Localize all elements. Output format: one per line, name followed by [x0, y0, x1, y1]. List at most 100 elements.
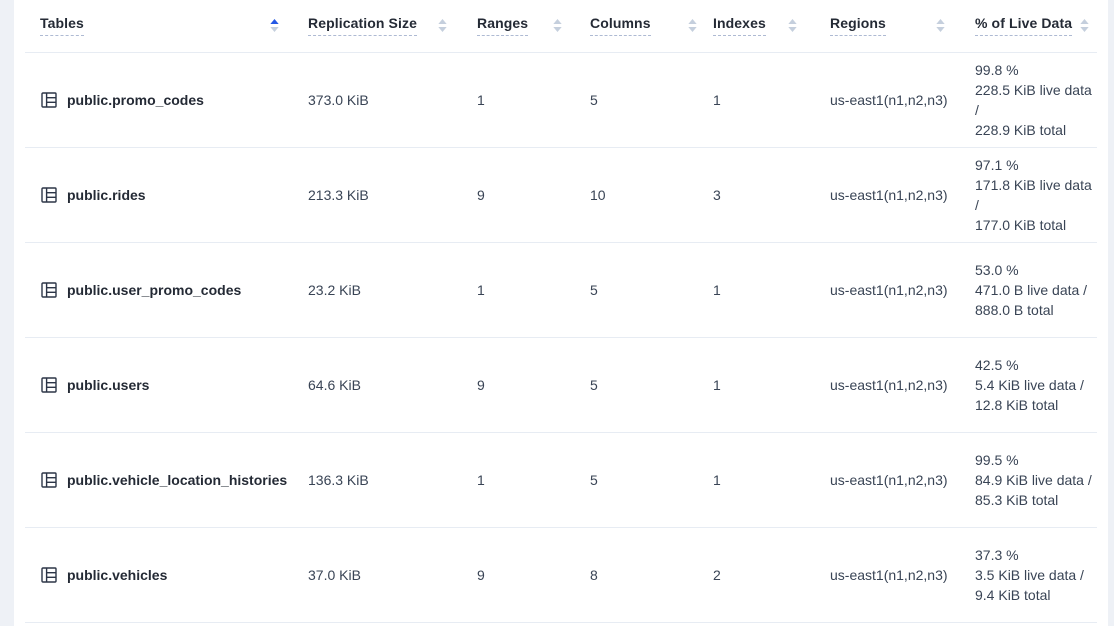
column-header-label[interactable]: Ranges: [477, 15, 528, 36]
table-row[interactable]: public.vehicle_location_histories 136.3 …: [25, 432, 1097, 527]
column-header-indexes[interactable]: Indexes: [705, 0, 805, 52]
table-row[interactable]: public.promo_codes 373.0 KiB 1 5 1 us-ea…: [25, 52, 1097, 147]
column-header-regions[interactable]: Regions: [805, 0, 953, 52]
caret-down-icon: [936, 27, 945, 32]
live-data-percent: 99.8 %: [975, 60, 1097, 80]
column-header-label[interactable]: % of Live Data: [975, 15, 1072, 36]
column-header-ranges[interactable]: Ranges: [455, 0, 570, 52]
indexes-value: 1: [705, 52, 805, 147]
regions-value: us-east1(n1,n2,n3): [805, 147, 953, 242]
live-data-detail: 228.5 KiB live data /: [975, 80, 1097, 120]
ranges-value: 1: [455, 432, 570, 527]
indexes-value: 1: [705, 337, 805, 432]
columns-value: 8: [570, 527, 705, 622]
columns-value: 5: [570, 432, 705, 527]
column-header-replication-size[interactable]: Replication Size: [287, 0, 455, 52]
indexes-value: 1: [705, 432, 805, 527]
live-data-percent: 99.5 %: [975, 450, 1097, 470]
column-header-label[interactable]: Tables: [40, 15, 84, 36]
live-data-detail: 471.0 B live data /: [975, 280, 1097, 300]
regions-value: us-east1(n1,n2,n3): [805, 337, 953, 432]
table-name-link[interactable]: public.users: [67, 377, 149, 393]
table-icon: [40, 376, 58, 394]
caret-down-icon: [553, 27, 562, 32]
live-data-detail: 84.9 KiB live data /: [975, 470, 1097, 490]
table-icon: [40, 91, 58, 109]
regions-value: us-east1(n1,n2,n3): [805, 52, 953, 147]
caret-down-icon: [788, 27, 797, 32]
caret-up-icon: [936, 19, 945, 24]
table-icon: [40, 281, 58, 299]
caret-up-icon: [270, 19, 279, 24]
replication-size-value: 136.3 KiB: [287, 432, 455, 527]
columns-value: 5: [570, 337, 705, 432]
column-header-label[interactable]: Regions: [830, 15, 886, 36]
live-data-detail: 5.4 KiB live data /: [975, 375, 1097, 395]
sort-carets[interactable]: [1080, 19, 1089, 32]
table-icon: [40, 186, 58, 204]
column-header-label[interactable]: Columns: [590, 15, 651, 36]
ranges-value: 9: [455, 527, 570, 622]
caret-up-icon: [438, 19, 447, 24]
live-data-percent: 53.0 %: [975, 260, 1097, 280]
column-header-label[interactable]: Replication Size: [308, 15, 417, 36]
ranges-value: 9: [455, 337, 570, 432]
columns-value: 10: [570, 147, 705, 242]
table-name-link[interactable]: public.promo_codes: [67, 92, 204, 108]
caret-up-icon: [688, 19, 697, 24]
table-icon: [40, 471, 58, 489]
replication-size-value: 23.2 KiB: [287, 242, 455, 337]
sort-carets[interactable]: [788, 19, 797, 32]
table-icon: [40, 566, 58, 584]
column-header-live-data[interactable]: % of Live Data: [953, 0, 1097, 52]
replication-size-value: 37.0 KiB: [287, 527, 455, 622]
columns-value: 5: [570, 52, 705, 147]
live-data-detail: 85.3 KiB total: [975, 490, 1097, 510]
caret-down-icon: [270, 27, 279, 32]
table-row[interactable]: public.rides 213.3 KiB 9 10 3 us-east1(n…: [25, 147, 1097, 242]
table-name-link[interactable]: public.vehicle_location_histories: [67, 472, 287, 488]
table-header-row: Tables Replication Size: [25, 0, 1097, 52]
column-header-label[interactable]: Indexes: [713, 15, 766, 36]
live-data-percent: 42.5 %: [975, 355, 1097, 375]
sort-carets[interactable]: [936, 19, 945, 32]
table-name-link[interactable]: public.rides: [67, 187, 146, 203]
replication-size-value: 373.0 KiB: [287, 52, 455, 147]
column-header-tables[interactable]: Tables: [25, 0, 287, 52]
sort-carets[interactable]: [438, 19, 447, 32]
table-row[interactable]: public.vehicles 37.0 KiB 9 8 2 us-east1(…: [25, 527, 1097, 622]
sort-carets[interactable]: [270, 19, 279, 32]
replication-size-value: 213.3 KiB: [287, 147, 455, 242]
live-data-percent: 97.1 %: [975, 155, 1097, 175]
table-name-link[interactable]: public.vehicles: [67, 567, 167, 583]
live-data-percent: 37.3 %: [975, 545, 1097, 565]
table-name-link[interactable]: public.user_promo_codes: [67, 282, 241, 298]
caret-up-icon: [1080, 19, 1089, 24]
live-data-detail: 3.5 KiB live data /: [975, 565, 1097, 585]
indexes-value: 3: [705, 147, 805, 242]
table-row[interactable]: public.users 64.6 KiB 9 5 1 us-east1(n1,…: [25, 337, 1097, 432]
live-data-detail: 228.9 KiB total: [975, 120, 1097, 140]
ranges-value: 9: [455, 147, 570, 242]
live-data-detail: 9.4 KiB total: [975, 585, 1097, 605]
caret-down-icon: [438, 27, 447, 32]
column-header-columns[interactable]: Columns: [570, 0, 705, 52]
ranges-value: 1: [455, 52, 570, 147]
caret-up-icon: [553, 19, 562, 24]
live-data-detail: 888.0 B total: [975, 300, 1097, 320]
indexes-value: 2: [705, 527, 805, 622]
regions-value: us-east1(n1,n2,n3): [805, 242, 953, 337]
database-tables-table: Tables Replication Size: [25, 0, 1097, 623]
caret-down-icon: [1080, 27, 1089, 32]
regions-value: us-east1(n1,n2,n3): [805, 432, 953, 527]
sort-carets[interactable]: [688, 19, 697, 32]
regions-value: us-east1(n1,n2,n3): [805, 527, 953, 622]
table-row[interactable]: public.user_promo_codes 23.2 KiB 1 5 1 u…: [25, 242, 1097, 337]
live-data-detail: 177.0 KiB total: [975, 215, 1097, 235]
sort-carets[interactable]: [553, 19, 562, 32]
indexes-value: 1: [705, 242, 805, 337]
columns-value: 5: [570, 242, 705, 337]
live-data-detail: 171.8 KiB live data /: [975, 175, 1097, 215]
replication-size-value: 64.6 KiB: [287, 337, 455, 432]
ranges-value: 1: [455, 242, 570, 337]
